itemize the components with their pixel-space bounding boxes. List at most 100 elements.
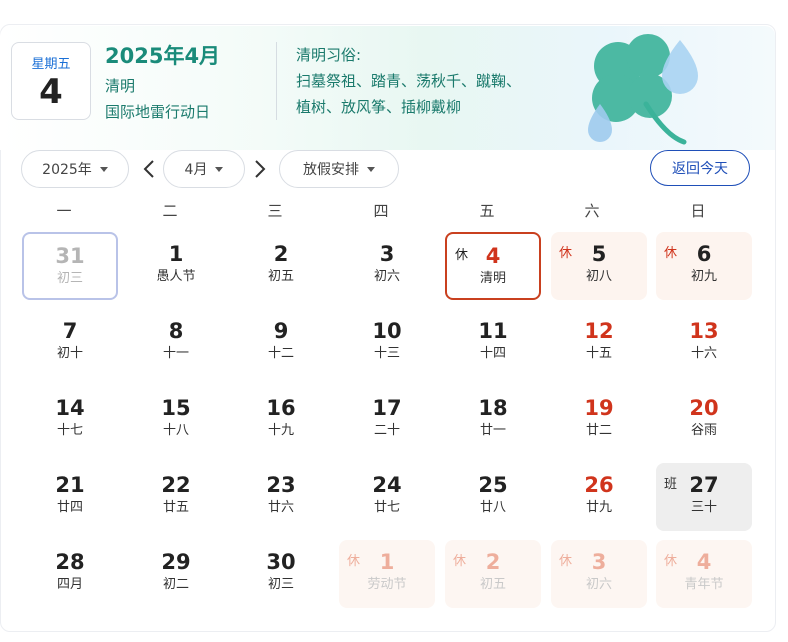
calendar-day-cell[interactable]: 25 廿八 [445,463,541,531]
year-month-title: 2025年4月 [105,44,221,68]
calendar-day-cell[interactable]: 18 廿一 [445,386,541,454]
calendar-day-cell[interactable]: 11 十四 [445,309,541,377]
lunar-date-label: 廿六 [267,500,294,515]
calendar-header: 星期五 4 2025年4月 清明 国际地雷行动日 清明习俗: 扫墓祭祖、踏青、荡… [0,26,775,150]
month-select-label: 4月 [184,162,208,178]
weekday-label: 日 [690,202,706,220]
day-number: 18 [478,396,508,420]
day-number: 10 [372,319,402,343]
holiday-schedule-label: 放假安排 [303,162,359,178]
lunar-date-label: 初六 [373,269,400,284]
calendar-day-cell[interactable]: 17 二十 [339,386,435,454]
day-status-tag: 休 [664,246,678,261]
calendar-day-cell[interactable]: 班 27 三十 [656,463,752,531]
lunar-date-label: 谷雨 [690,423,717,438]
day-number: 2 [273,242,289,266]
lunar-date-label: 初二 [162,577,189,592]
day-status-tag: 班 [664,477,678,492]
calendar-day-cell[interactable]: 2 初五 [233,232,329,300]
lunar-date-label: 十三 [373,346,400,361]
calendar-day-cell[interactable]: 休 4 清明 [445,232,541,300]
day-number: 8 [168,319,184,343]
year-select[interactable]: 2025年 [21,150,129,188]
day-number: 30 [266,550,296,574]
selected-weekday: 星期五 [31,57,71,72]
day-status-tag: 休 [559,554,573,569]
date-info: 2025年4月 清明 国际地雷行动日 [105,40,220,122]
header-divider [276,42,277,120]
day-status-tag: 休 [664,554,678,569]
lunar-date-label: 十二 [267,346,294,361]
calendar-day-cell[interactable]: 22 廿五 [128,463,224,531]
calendar-day-cell[interactable]: 休 4 青年节 [656,540,752,608]
calendar-day-cell[interactable]: 1 愚人节 [128,232,224,300]
day-number: 11 [478,319,508,343]
calendar-day-cell[interactable]: 30 初三 [233,540,329,608]
customs-info: 清明习俗: 扫墓祭祖、踏青、荡秋千、蹴鞠、 植树、放风筝、插柳戴柳 [296,42,521,120]
month-select[interactable]: 4月 [163,150,245,188]
lunar-date-label: 廿九 [585,500,612,515]
day-number: 12 [584,319,614,343]
lunar-date-label: 初八 [585,269,612,284]
calendar-day-cell[interactable]: 7 初十 [22,309,118,377]
weekday-label: 三 [267,202,283,220]
calendar-day-cell[interactable]: 28 四月 [22,540,118,608]
next-month-button[interactable] [250,156,270,182]
lunar-date-label: 廿五 [162,500,189,515]
calendar-controls: 2025年 4月 放假安排 返回今天 [0,150,776,190]
day-status-tag: 休 [453,554,467,569]
calendar-day-cell[interactable]: 15 十八 [128,386,224,454]
day-status-tag: 休 [559,246,573,261]
lunar-date-label: 初三 [267,577,294,592]
lunar-date-label: 愚人节 [156,269,196,284]
day-number: 7 [62,319,78,343]
day-number: 19 [584,396,614,420]
weekday-label: 五 [479,202,495,220]
day-number: 21 [55,473,85,497]
calendar-day-cell[interactable]: 23 廿六 [233,463,329,531]
calendar-day-cell[interactable]: 13 十六 [656,309,752,377]
calendar-day-cell[interactable]: 8 十一 [128,309,224,377]
customs-line-2: 植树、放风筝、插柳戴柳 [296,98,462,116]
lunar-date-label: 初三 [56,271,83,286]
lunar-date-label: 十九 [267,423,294,438]
back-to-today-button[interactable]: 返回今天 [650,150,750,186]
prev-month-button[interactable] [139,156,159,182]
calendar-day-cell[interactable]: 休 3 初六 [551,540,647,608]
calendar-day-cell[interactable]: 29 初二 [128,540,224,608]
calendar-day-cell[interactable]: 休 5 初八 [551,232,647,300]
calendar-day-cell[interactable]: 19 廿二 [551,386,647,454]
day-status-tag: 休 [347,554,361,569]
calendar-day-cell[interactable]: 14 十七 [22,386,118,454]
day-number: 25 [478,473,508,497]
day-number: 31 [55,244,85,268]
calendar-day-cell[interactable]: 休 1 劳动节 [339,540,435,608]
lunar-date-label: 四月 [56,577,83,592]
calendar-day-cell[interactable]: 休 6 初九 [656,232,752,300]
chevron-right-icon [255,160,266,178]
day-status-tag: 休 [455,248,469,263]
calendar-day-cell[interactable]: 10 十三 [339,309,435,377]
holiday-schedule-select[interactable]: 放假安排 [279,150,399,188]
day-number: 3 [379,242,395,266]
lunar-date-label: 十七 [56,423,83,438]
calendar-day-cell[interactable]: 12 十五 [551,309,647,377]
calendar-day-cell[interactable]: 21 廿四 [22,463,118,531]
calendar-day-cell[interactable]: 26 廿九 [551,463,647,531]
calendar-day-cell[interactable]: 16 十九 [233,386,329,454]
observance-name: 国际地雷行动日 [105,103,211,121]
calendar-day-cell[interactable]: 20 谷雨 [656,386,752,454]
calendar-day-cell[interactable]: 3 初六 [339,232,435,300]
calendar-day-cell[interactable]: 31 初三 [22,232,118,300]
calendar-day-cell[interactable]: 24 廿七 [339,463,435,531]
calendar-day-cell[interactable]: 休 2 初五 [445,540,541,608]
day-number: 22 [161,473,191,497]
selected-day-number: 4 [39,72,63,112]
lunar-date-label: 初五 [479,577,506,592]
day-number: 28 [55,550,85,574]
lunar-date-label: 初十 [56,346,83,361]
day-number: 16 [266,396,296,420]
lunar-date-label: 清明 [479,271,506,286]
weekday-label: 六 [584,202,600,220]
calendar-day-cell[interactable]: 9 十二 [233,309,329,377]
